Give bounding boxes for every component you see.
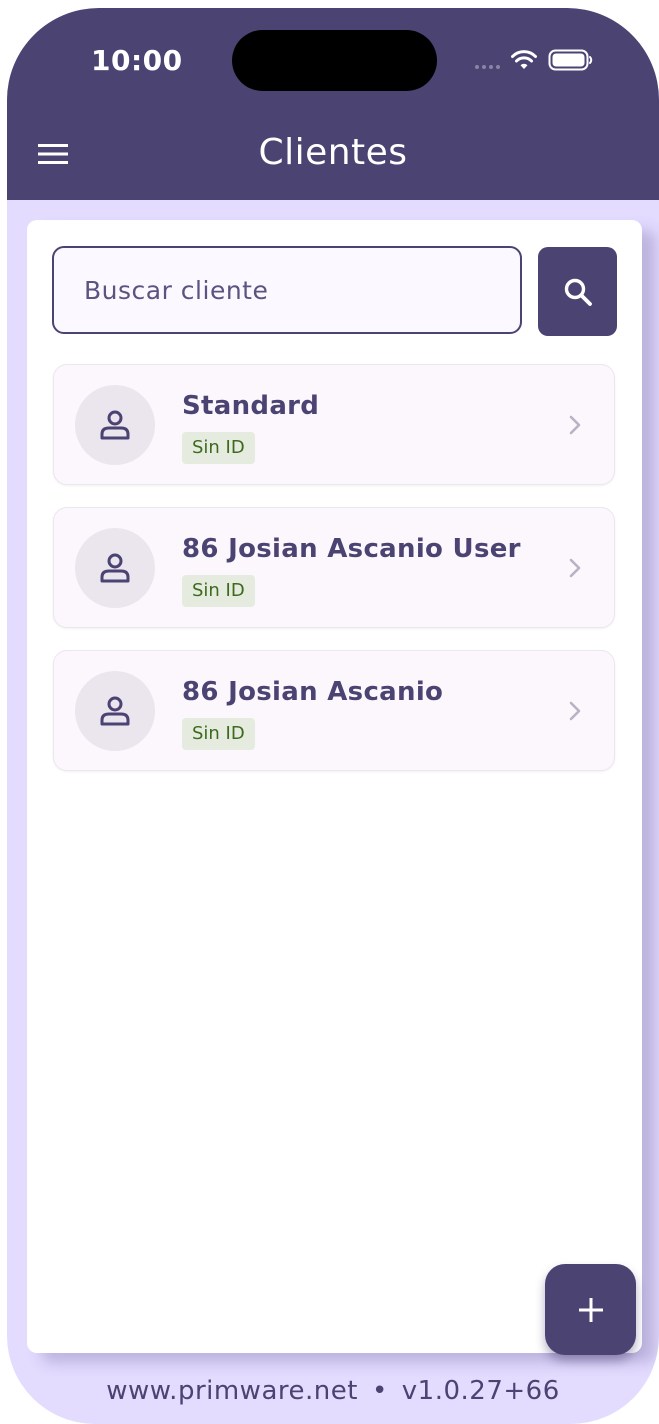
- client-name: 86 Josian Ascanio User: [182, 534, 521, 564]
- footer-separator: •: [371, 1376, 388, 1406]
- client-list-item[interactable]: Standard Sin ID: [53, 364, 615, 485]
- page-title: Clientes: [258, 132, 408, 173]
- client-list-item[interactable]: 86 Josian Ascanio Sin ID: [53, 650, 615, 771]
- clients-card: Standard Sin ID 86 Josian Ascanio User S…: [27, 220, 642, 1355]
- client-name: 86 Josian Ascanio: [182, 677, 444, 707]
- wifi-icon: [511, 50, 537, 69]
- avatar: [75, 671, 155, 751]
- client-name: Standard: [182, 391, 320, 421]
- phone-screen: 10:00 Clientes Buscar cliente Standard S…: [7, 8, 659, 1424]
- person-icon: [100, 553, 130, 583]
- website-link[interactable]: www.primware.net: [106, 1376, 358, 1406]
- chevron-right-icon: [569, 558, 581, 578]
- status-time: 10:00: [91, 44, 183, 77]
- client-list-item[interactable]: 86 Josian Ascanio User Sin ID: [53, 507, 615, 628]
- avatar: [75, 385, 155, 465]
- plus-icon: [578, 1297, 603, 1322]
- id-badge: Sin ID: [182, 718, 255, 750]
- id-badge: Sin ID: [182, 575, 255, 607]
- person-icon: [100, 696, 130, 726]
- cellular-signal-icon: [475, 59, 500, 69]
- footer: www.primware.net • v1.0.27+66: [7, 1376, 659, 1406]
- id-badge: Sin ID: [182, 432, 255, 464]
- person-icon: [100, 410, 130, 440]
- status-icons: [475, 46, 594, 74]
- search-button[interactable]: [538, 247, 617, 336]
- search-icon: [564, 278, 592, 306]
- chevron-right-icon: [569, 415, 581, 435]
- add-client-button[interactable]: [545, 1264, 636, 1355]
- avatar: [75, 528, 155, 608]
- chevron-right-icon: [569, 701, 581, 721]
- search-input[interactable]: [52, 246, 522, 334]
- app-version: v1.0.27+66: [401, 1376, 560, 1406]
- app-bar: 10:00 Clientes: [7, 8, 659, 200]
- dynamic-island: [232, 30, 437, 91]
- battery-icon: [548, 49, 593, 71]
